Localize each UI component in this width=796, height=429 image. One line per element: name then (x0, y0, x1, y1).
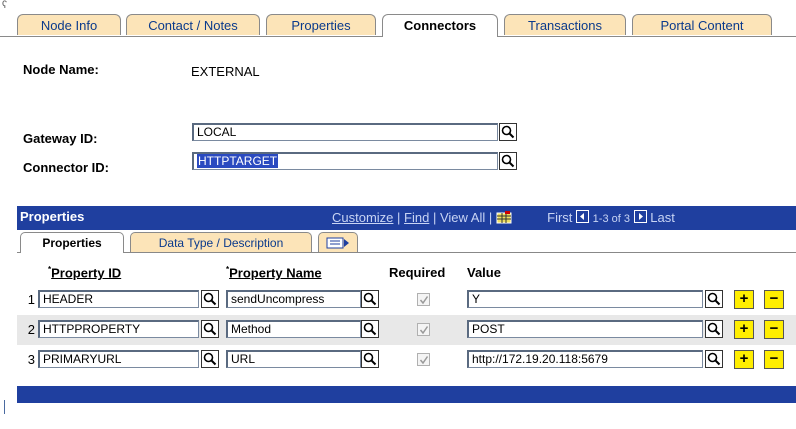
grid-subtab-bar: Properties Data Type / Description (17, 230, 796, 253)
gateway-id-value: LOCAL (197, 125, 237, 139)
property-name-input[interactable]: sendUncompress (226, 290, 361, 308)
connector-id-value: HTTPTARGET (197, 154, 279, 168)
value-input[interactable]: Y (467, 290, 703, 308)
property-name-value: sendUncompress (231, 292, 325, 306)
tab-portal-content[interactable]: Portal Content (632, 14, 772, 35)
value-text: Y (472, 292, 481, 306)
property-name-input[interactable]: URL (226, 350, 361, 368)
magnifier-icon[interactable] (361, 350, 379, 368)
delete-row-button[interactable]: − (764, 350, 784, 369)
required-checkbox (417, 353, 430, 366)
magnifier-icon[interactable] (201, 350, 219, 368)
value-text: POST (472, 322, 505, 336)
delete-row-button[interactable]: − (764, 320, 784, 339)
right-arrow-icon[interactable] (633, 210, 647, 223)
gateway-lookup-icon[interactable] (499, 123, 517, 141)
node-name-label: Node Name: (23, 62, 99, 77)
tab-properties[interactable]: Properties (266, 14, 376, 35)
delete-row-button[interactable]: − (764, 290, 784, 309)
property-name-input[interactable]: Method (226, 320, 361, 338)
property-id-input[interactable]: HEADER (38, 290, 199, 308)
magnifier-icon[interactable] (705, 350, 723, 368)
add-row-button[interactable]: + (734, 290, 754, 309)
grid-header: Properties Customize | Find | View All |… (17, 206, 796, 230)
left-border-line (4, 400, 5, 414)
magnifier-icon[interactable] (705, 320, 723, 338)
tab-node-info[interactable]: Node Info (17, 14, 121, 35)
col-header-property-name[interactable]: *Property Name (226, 265, 322, 280)
property-id-value: PRIMARYURL (43, 352, 122, 366)
left-arrow-icon[interactable] (576, 210, 590, 223)
value-input[interactable]: http://172.19.20.118:5679 (467, 350, 703, 368)
magnifier-icon[interactable] (361, 320, 379, 338)
add-row-button[interactable]: + (734, 320, 754, 339)
grid-footer-bar (17, 386, 796, 403)
magnifier-icon[interactable] (201, 320, 219, 338)
subtab-properties[interactable]: Properties (20, 232, 124, 253)
find-link[interactable]: Find (404, 210, 429, 225)
connector-id-label: Connector ID: (23, 160, 109, 175)
spreadsheet-icon[interactable] (496, 211, 512, 224)
row-number: 1 (27, 292, 35, 307)
value-text: http://172.19.20.118:5679 (472, 352, 608, 366)
connector-id-input[interactable]: HTTPTARGET (192, 152, 498, 170)
subtab-data-type-description[interactable]: Data Type / Description (130, 232, 312, 252)
add-row-button[interactable]: + (734, 350, 754, 369)
last-label[interactable]: Last (650, 210, 675, 225)
tab-connectors[interactable]: Connectors (382, 14, 498, 37)
grid-title: Properties (20, 209, 85, 224)
col-header-required: Required (389, 265, 446, 280)
customize-link[interactable]: Customize (332, 210, 393, 225)
row-range: 1-3 of 3 (592, 213, 630, 225)
tab-contact-notes[interactable]: Contact / Notes (126, 14, 260, 35)
property-id-input[interactable]: PRIMARYURL (38, 350, 199, 368)
table-row: 1 HEADER sendUncompress Y + − (17, 285, 796, 315)
col-header-property-id[interactable]: *Property ID (48, 265, 121, 280)
row-number: 2 (27, 322, 35, 337)
property-name-value: Method (231, 322, 272, 336)
table-row: 2 HTTPPROPERTY Method POST + − (17, 315, 796, 345)
property-id-input[interactable]: HTTPPROPERTY (38, 320, 199, 338)
magnifier-icon[interactable] (705, 290, 723, 308)
property-id-value: HEADER (43, 292, 94, 306)
row-number: 3 (27, 352, 35, 367)
connector-lookup-icon[interactable] (499, 152, 517, 170)
col-header-value: Value (467, 265, 501, 280)
node-name-value: EXTERNAL (191, 64, 260, 79)
magnifier-icon[interactable] (361, 290, 379, 308)
gateway-id-input[interactable]: LOCAL (192, 123, 498, 141)
tab-bar: Node Info Contact / Notes Properties Con… (0, 14, 796, 37)
view-all-link[interactable]: View All (440, 210, 485, 225)
gateway-id-label: Gateway ID: (23, 131, 98, 146)
magnifier-icon[interactable] (201, 290, 219, 308)
first-label[interactable]: First (547, 210, 572, 225)
required-checkbox (417, 293, 430, 306)
value-input[interactable]: POST (467, 320, 703, 338)
show-all-columns-icon[interactable] (318, 232, 358, 252)
property-name-value: URL (231, 352, 256, 366)
required-checkbox (417, 323, 430, 336)
property-id-value: HTTPPROPERTY (43, 322, 141, 336)
corner-mark: ʕ (2, 0, 7, 11)
grid-navigation: Customize | Find | View All | First 1-3 … (332, 210, 675, 225)
tab-transactions[interactable]: Transactions (504, 14, 626, 35)
table-row: 3 PRIMARYURL URL http://172.19.20.118:56… (17, 345, 796, 375)
